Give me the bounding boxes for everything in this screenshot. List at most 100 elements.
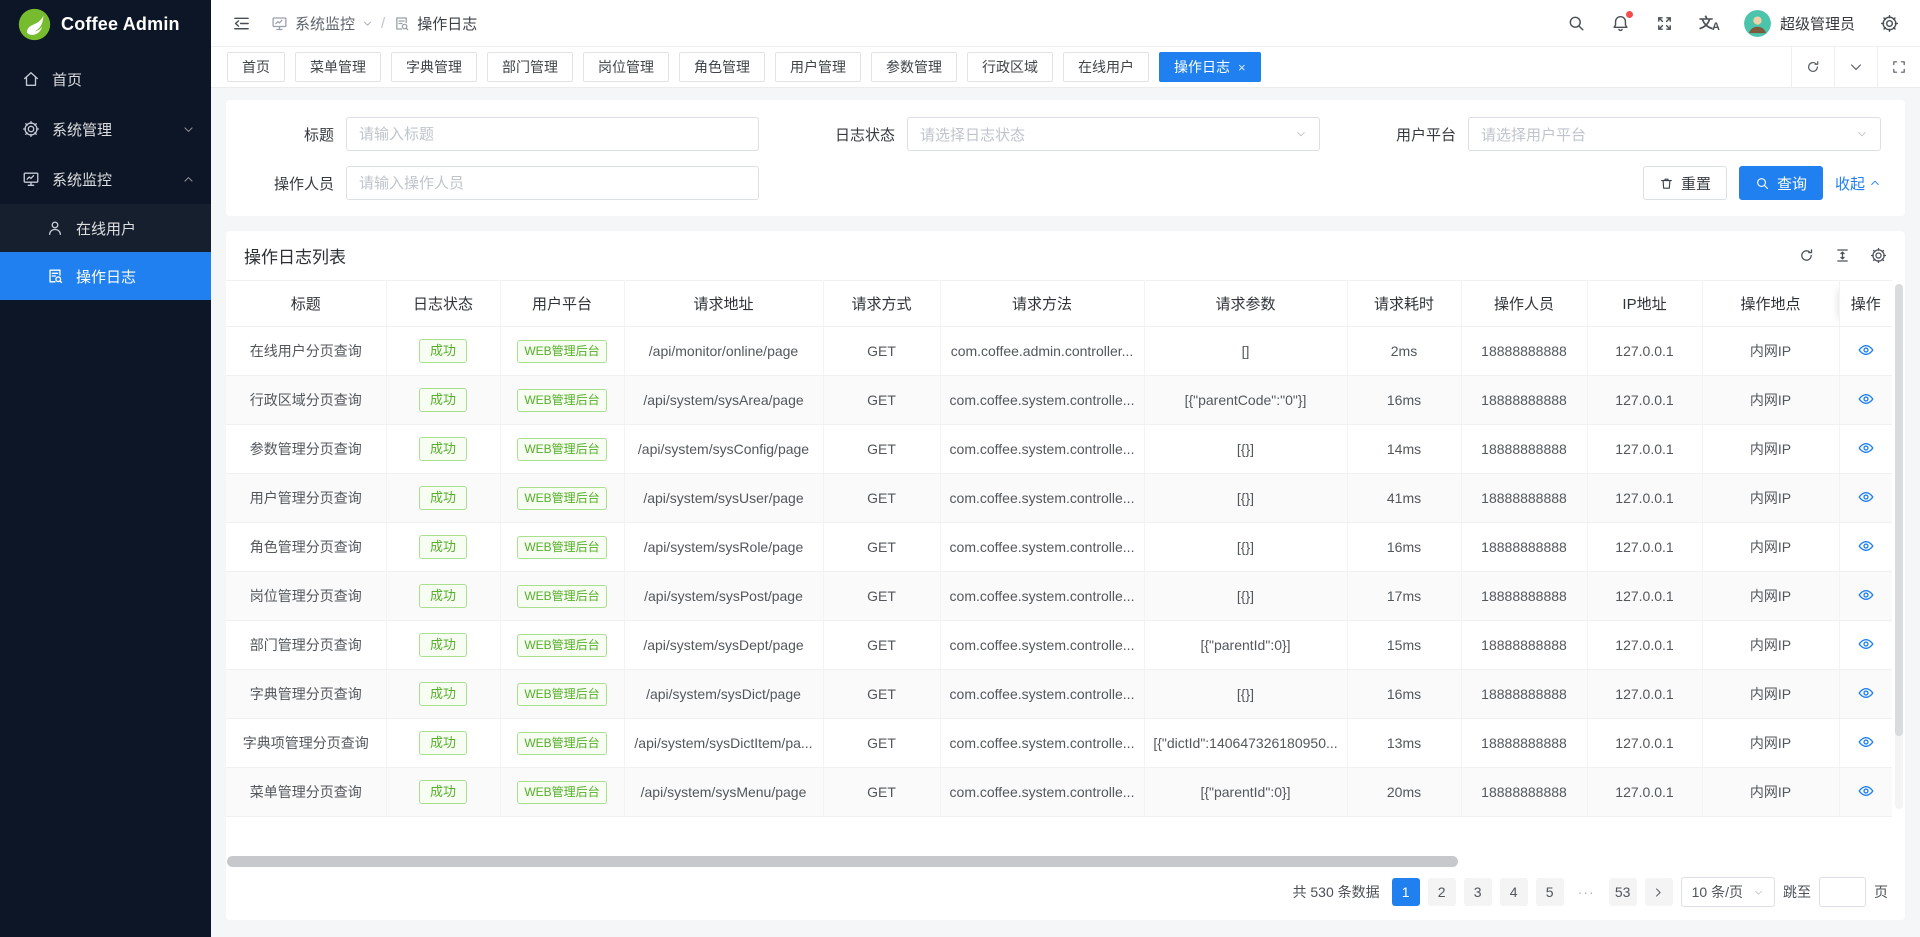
sidebar-item-home[interactable]: 首页 (0, 54, 211, 104)
jump-page-input[interactable] (1819, 877, 1866, 907)
eye-icon (1857, 488, 1875, 506)
row-height-icon[interactable] (1834, 247, 1851, 264)
page-button-53[interactable]: 53 (1609, 878, 1637, 906)
operator-input[interactable] (346, 166, 759, 200)
cell-params: [{}] (1144, 474, 1347, 523)
cell-ip: 127.0.0.1 (1587, 327, 1702, 376)
cell-params: [{"parentId":0}] (1144, 768, 1347, 817)
sidebar-item-system-management[interactable]: 系统管理 (0, 104, 211, 154)
page-button-5[interactable]: 5 (1536, 878, 1564, 906)
view-detail-button[interactable] (1857, 684, 1875, 702)
view-detail-button[interactable] (1857, 390, 1875, 408)
col-handler: 请求方法 (940, 281, 1144, 327)
column-settings-icon[interactable] (1870, 247, 1887, 264)
horizontal-scrollbar-thumb[interactable] (227, 856, 1458, 867)
tab[interactable]: 操作日志 × (1159, 52, 1261, 82)
view-detail-button[interactable] (1857, 341, 1875, 359)
cell-request-url: /api/system/sysDept/page (624, 621, 823, 670)
settings-button[interactable] (1880, 14, 1899, 33)
cell-operator: 18888888888 (1461, 376, 1587, 425)
cell-platform: WEB管理后台 (500, 768, 624, 817)
table-row: 参数管理分页查询 成功 WEB管理后台 /api/system/sysConfi… (226, 425, 1892, 474)
cell-request-method: GET (823, 474, 940, 523)
cell-actions (1839, 523, 1892, 572)
fullscreen-button[interactable] (1655, 14, 1674, 33)
tab-label: 字典管理 (406, 57, 462, 77)
eye-icon (1857, 684, 1875, 702)
status-badge: 成功 (419, 780, 467, 804)
view-detail-button[interactable] (1857, 733, 1875, 751)
tab-options-button[interactable] (1834, 47, 1877, 87)
sidebar-item-system-monitor[interactable]: 系统监控 (0, 154, 211, 204)
cell-duration: 16ms (1347, 376, 1461, 425)
app-title: Coffee Admin (61, 14, 180, 35)
tab[interactable]: 首页 (227, 52, 285, 82)
page-size-select[interactable]: 10 条/页 (1681, 877, 1775, 907)
col-location: 操作地点 (1702, 281, 1839, 327)
view-detail-button[interactable] (1857, 586, 1875, 604)
tab[interactable]: 行政区域 (967, 52, 1053, 82)
collapse-filter-button[interactable]: 收起 (1835, 173, 1881, 194)
tab[interactable]: 字典管理 (391, 52, 477, 82)
tab[interactable]: 角色管理 (679, 52, 765, 82)
view-detail-button[interactable] (1857, 488, 1875, 506)
cell-operator: 18888888888 (1461, 327, 1587, 376)
refresh-icon (1805, 59, 1821, 75)
cell-status: 成功 (386, 327, 500, 376)
cell-ip: 127.0.0.1 (1587, 376, 1702, 425)
view-detail-button[interactable] (1857, 537, 1875, 555)
breadcrumb-parent[interactable]: 系统监控 (271, 13, 373, 34)
tab[interactable]: 参数管理 (871, 52, 957, 82)
maximize-content-button[interactable] (1877, 47, 1920, 87)
page-button-2[interactable]: 2 (1428, 878, 1456, 906)
vertical-scrollbar[interactable] (1895, 284, 1903, 809)
status-select[interactable]: 请选择日志状态 (907, 117, 1320, 151)
tab[interactable]: 岗位管理 (583, 52, 669, 82)
tab[interactable]: 用户管理 (775, 52, 861, 82)
status-badge: 成功 (419, 633, 467, 657)
reload-table-icon[interactable] (1798, 247, 1815, 264)
status-badge: 成功 (419, 584, 467, 608)
title-input[interactable] (346, 117, 759, 151)
maximize-icon (1891, 59, 1907, 75)
jump-unit: 页 (1874, 882, 1888, 902)
cell-actions (1839, 572, 1892, 621)
sidebar-submenu: 在线用户 操作日志 (0, 204, 211, 300)
cell-handler: com.coffee.system.controlle... (940, 572, 1144, 621)
cell-ip: 127.0.0.1 (1587, 474, 1702, 523)
notifications-button[interactable] (1611, 14, 1630, 33)
sidebar-item-operation-log[interactable]: 操作日志 (0, 252, 211, 300)
sidebar-item-online-users[interactable]: 在线用户 (0, 204, 211, 252)
page-button-3[interactable]: 3 (1464, 878, 1492, 906)
platform-badge: WEB管理后台 (517, 340, 606, 363)
user-icon (46, 219, 64, 237)
search-button[interactable]: 查询 (1739, 166, 1823, 200)
tab[interactable]: 部门管理 (487, 52, 573, 82)
view-detail-button[interactable] (1857, 439, 1875, 457)
tab[interactable]: 在线用户 (1063, 52, 1149, 82)
status-badge: 成功 (419, 388, 467, 412)
cell-title: 行政区域分页查询 (226, 376, 386, 425)
status-badge: 成功 (419, 731, 467, 755)
cell-params: [{"dictId":140647326180950... (1144, 719, 1347, 768)
tab[interactable]: 菜单管理 (295, 52, 381, 82)
cell-handler: com.coffee.system.controlle... (940, 621, 1144, 670)
platform-select[interactable]: 请选择用户平台 (1468, 117, 1881, 151)
user-menu[interactable]: 超级管理员 (1744, 10, 1855, 37)
refresh-page-button[interactable] (1791, 47, 1834, 87)
sidebar-collapse-button[interactable] (232, 14, 251, 33)
page-button-1[interactable]: 1 (1392, 878, 1420, 906)
app-logo[interactable]: Coffee Admin (0, 0, 211, 48)
view-detail-button[interactable] (1857, 635, 1875, 653)
next-page-button[interactable] (1645, 878, 1673, 906)
cell-params: [{"parentId":0}] (1144, 621, 1347, 670)
tab-close-icon[interactable]: × (1238, 61, 1246, 74)
search-button[interactable] (1567, 14, 1586, 33)
view-detail-button[interactable] (1857, 782, 1875, 800)
cell-operator: 18888888888 (1461, 670, 1587, 719)
reset-button[interactable]: 重置 (1643, 166, 1727, 200)
page-ellipsis[interactable]: ··· (1572, 878, 1601, 906)
language-switch-button[interactable]: 文A (1699, 13, 1719, 33)
cell-title: 菜单管理分页查询 (226, 768, 386, 817)
page-button-4[interactable]: 4 (1500, 878, 1528, 906)
